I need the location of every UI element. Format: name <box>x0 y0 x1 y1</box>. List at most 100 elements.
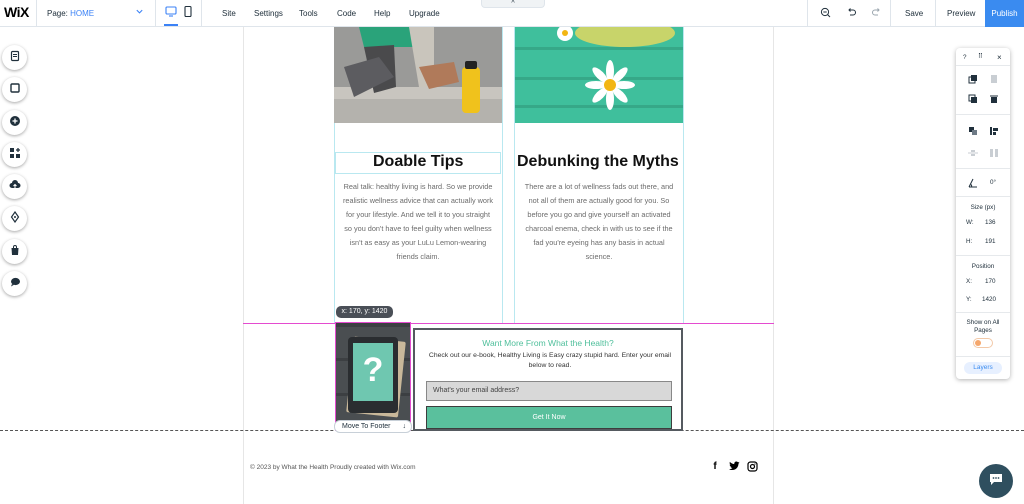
y-value[interactable]: 1420 <box>982 296 996 303</box>
page-selector-value: HOME <box>70 9 95 18</box>
preview-button[interactable]: Preview <box>947 9 975 18</box>
align-icon[interactable] <box>989 126 999 136</box>
rotate-icon[interactable] <box>968 178 978 188</box>
email-input[interactable]: What's your email address? <box>426 381 672 401</box>
page-selector[interactable]: Page: HOME <box>47 9 94 18</box>
app-market-button[interactable] <box>2 142 27 167</box>
topbar-divider <box>36 0 37 27</box>
panel-divider <box>956 65 1010 66</box>
x-value[interactable]: 170 <box>985 278 996 285</box>
blog-icon <box>9 210 21 228</box>
rotation-value[interactable]: 0° <box>990 179 996 186</box>
height-label: H: <box>966 238 973 245</box>
panel-divider <box>956 312 1010 313</box>
add-icon <box>9 114 21 132</box>
close-icon[interactable]: × <box>997 53 1002 62</box>
media-upload-button[interactable] <box>2 174 27 199</box>
get-it-now-button[interactable]: Get It Now <box>426 406 672 429</box>
match-size-icon[interactable] <box>989 148 999 158</box>
daisy-photo[interactable] <box>515 27 683 123</box>
show-on-all-pages-label: Show on All Pages <box>966 319 1000 334</box>
facebook-glyph: f <box>713 460 717 472</box>
mobile-view-icon[interactable] <box>183 5 193 19</box>
arrange-icon[interactable] <box>968 126 978 136</box>
subscribe-box: Want More From What the Health? Check ou… <box>413 328 683 431</box>
card-body-doable-tips[interactable]: Real talk: healthy living is hard. So we… <box>342 180 494 264</box>
fitness-photo[interactable] <box>334 27 502 123</box>
active-view-indicator <box>164 24 178 26</box>
help-icon[interactable]: ? <box>963 54 967 61</box>
card-body-debunking[interactable]: There are a lot of wellness fads out the… <box>523 180 675 264</box>
inspector-panel: ? ⠿ × 0° Size (px) W: 136 H: 191 Positio… <box>956 48 1010 379</box>
move-to-footer-label: Move To Footer <box>342 423 391 430</box>
width-value[interactable]: 136 <box>985 219 996 226</box>
zoom-icon[interactable] <box>820 7 831 21</box>
panel-divider <box>956 255 1010 256</box>
undo-icon[interactable] <box>846 7 857 21</box>
card-title-debunking[interactable]: Debunking the Myths <box>517 153 679 171</box>
site-chat-button[interactable] <box>979 464 1013 498</box>
redo-icon[interactable] <box>871 7 882 21</box>
menu-help[interactable]: Help <box>374 9 390 18</box>
column-guide <box>502 27 503 323</box>
position-tooltip: x: 170, y: 1420 <box>336 306 393 318</box>
menu-upgrade[interactable]: Upgrade <box>409 9 440 18</box>
topbar-divider <box>935 0 936 27</box>
duplicate-icon[interactable] <box>968 94 978 104</box>
card-title-doable-tips[interactable]: Doable Tips <box>373 153 463 171</box>
publish-button[interactable]: Publish <box>985 0 1024 27</box>
collapse-arrow-icon: ^ <box>511 0 515 7</box>
topbar-divider <box>807 0 808 27</box>
blog-button[interactable] <box>2 206 27 231</box>
delete-icon[interactable] <box>989 94 999 104</box>
menu-code[interactable]: Code <box>337 9 356 18</box>
move-to-footer-button[interactable]: Move To Footer ↓ <box>334 420 412 433</box>
page-selector-label: Page: <box>47 9 68 18</box>
pages-menu-button[interactable] <box>2 45 27 70</box>
paste-icon[interactable] <box>989 74 999 84</box>
desktop-view-icon[interactable] <box>165 5 177 19</box>
y-label: Y: <box>966 296 972 303</box>
collapse-topbar-handle[interactable]: ^ <box>481 0 545 8</box>
show-on-all-pages-toggle[interactable] <box>973 338 993 348</box>
x-label: X: <box>966 278 972 285</box>
chat-icon <box>9 275 21 293</box>
twitter-icon[interactable] <box>728 460 740 472</box>
chevron-down-icon[interactable] <box>135 7 144 18</box>
media-upload-icon <box>9 178 21 196</box>
topbar-divider <box>201 0 202 27</box>
store-button[interactable] <box>2 239 27 264</box>
chat-bubble-icon <box>988 472 1004 491</box>
size-heading: Size (px) <box>970 204 996 211</box>
menu-site[interactable]: Site <box>222 9 236 18</box>
menu-settings[interactable]: Settings <box>254 9 283 18</box>
instagram-icon[interactable] <box>746 460 758 472</box>
panel-divider <box>956 114 1010 115</box>
chat-button[interactable] <box>2 271 27 296</box>
page-boundary <box>243 27 774 504</box>
background-button[interactable] <box>2 77 27 102</box>
position-heading: Position <box>971 263 995 270</box>
height-value[interactable]: 191 <box>985 238 996 245</box>
distribute-icon[interactable] <box>968 148 978 158</box>
app-market-icon <box>9 146 21 164</box>
save-button[interactable]: Save <box>905 9 923 18</box>
subscribe-description: Check out our e-book, Healthy Living is … <box>428 352 672 369</box>
arrow-down-icon: ↓ <box>402 423 407 430</box>
editor-top-bar: WiX Page: HOME Site Settings Tools Code … <box>0 0 1024 27</box>
column-guide <box>683 27 684 323</box>
store-icon <box>9 243 21 261</box>
wix-logo[interactable]: WiX <box>4 4 29 20</box>
facebook-icon[interactable]: f <box>709 460 721 472</box>
selection-frame <box>335 322 411 431</box>
copy-icon[interactable] <box>968 74 978 84</box>
layers-button[interactable]: Layers <box>964 362 1002 374</box>
menu-tools[interactable]: Tools <box>299 9 318 18</box>
add-elements-button[interactable] <box>2 110 27 135</box>
drag-handle-icon[interactable]: ⠿ <box>978 53 983 60</box>
panel-divider <box>956 356 1010 357</box>
width-label: W: <box>966 219 974 226</box>
background-icon <box>9 81 21 99</box>
footer-snap-line <box>243 323 774 324</box>
subscribe-title: Want More From What the Health? <box>482 338 614 348</box>
